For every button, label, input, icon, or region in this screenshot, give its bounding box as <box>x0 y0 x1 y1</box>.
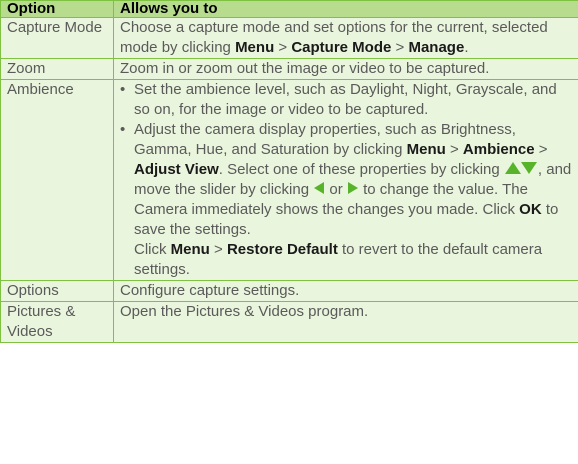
ambience-term: Ambience <box>462 141 535 158</box>
left-arrow-shape <box>314 182 325 194</box>
menu-term: Menu <box>170 241 210 258</box>
table-row: Pictures & Videos Open the Pictures & Vi… <box>0 301 578 343</box>
list-item: • Adjust the camera display properties, s… <box>120 120 574 240</box>
adjust-view-term: Adjust View <box>134 161 219 178</box>
description-cell: Choose a capture mode and set options fo… <box>113 17 578 59</box>
menu-term: Menu <box>406 141 446 158</box>
right-arrow-shape <box>347 182 358 194</box>
table-header-row: Option Allows you to <box>0 0 578 18</box>
separator: > <box>209 241 227 258</box>
separator: > <box>274 39 292 56</box>
restore-default-term: Restore Default <box>226 241 338 258</box>
options-table: Option Allows you to Capture Mode Choose… <box>0 0 578 343</box>
option-cell: Capture Mode <box>0 17 114 59</box>
bullet-text: or <box>325 181 347 198</box>
table-row: Capture Mode Choose a capture mode and s… <box>0 17 578 59</box>
bullet: • <box>120 81 126 98</box>
down-arrow-shape <box>520 162 537 174</box>
table-row: Zoom Zoom in or zoom out the image or vi… <box>0 58 578 80</box>
bullet-text: Set the ambience level, such as Daylight… <box>134 81 557 118</box>
bullet-text: . Select one of these properties by clic… <box>218 161 504 178</box>
description-cell: • Set the ambience level, such as Dayligh… <box>113 79 578 281</box>
description-cell: Zoom in or zoom out the image or video t… <box>113 58 578 80</box>
capture-mode-term: Capture Mode <box>291 39 392 56</box>
header-option: Option <box>0 0 114 18</box>
header-allows-you-to: Allows you to <box>113 0 578 18</box>
list-item: • Set the ambience level, such as Dayligh… <box>120 80 574 120</box>
ok-term: OK <box>519 201 542 218</box>
up-down-arrows-icon <box>504 162 537 174</box>
manage-term: Manage <box>408 39 465 56</box>
option-cell: Options <box>0 280 114 302</box>
description-cell: Configure capture settings. <box>113 280 578 302</box>
bullet: • <box>120 121 126 138</box>
option-cell: Zoom <box>0 58 114 80</box>
period: . <box>464 39 469 56</box>
table-row: Options Configure capture settings. <box>0 280 578 302</box>
option-cell: Ambience <box>0 79 114 281</box>
option-cell: Pictures & Videos <box>0 301 114 343</box>
separator: > <box>534 141 548 158</box>
restore-default-text: Click Menu > Restore Default to revert t… <box>120 240 574 280</box>
right-arrow-icon <box>347 182 358 194</box>
left-arrow-icon <box>314 182 325 194</box>
up-arrow-shape <box>504 162 521 174</box>
description-cell: Open the Pictures & Videos program. <box>113 301 578 343</box>
table-row: Ambience • Set the ambience level, such a… <box>0 79 578 281</box>
separator: > <box>445 141 463 158</box>
menu-term: Menu <box>235 39 275 56</box>
separator: > <box>391 39 409 56</box>
text: Click <box>134 241 171 258</box>
